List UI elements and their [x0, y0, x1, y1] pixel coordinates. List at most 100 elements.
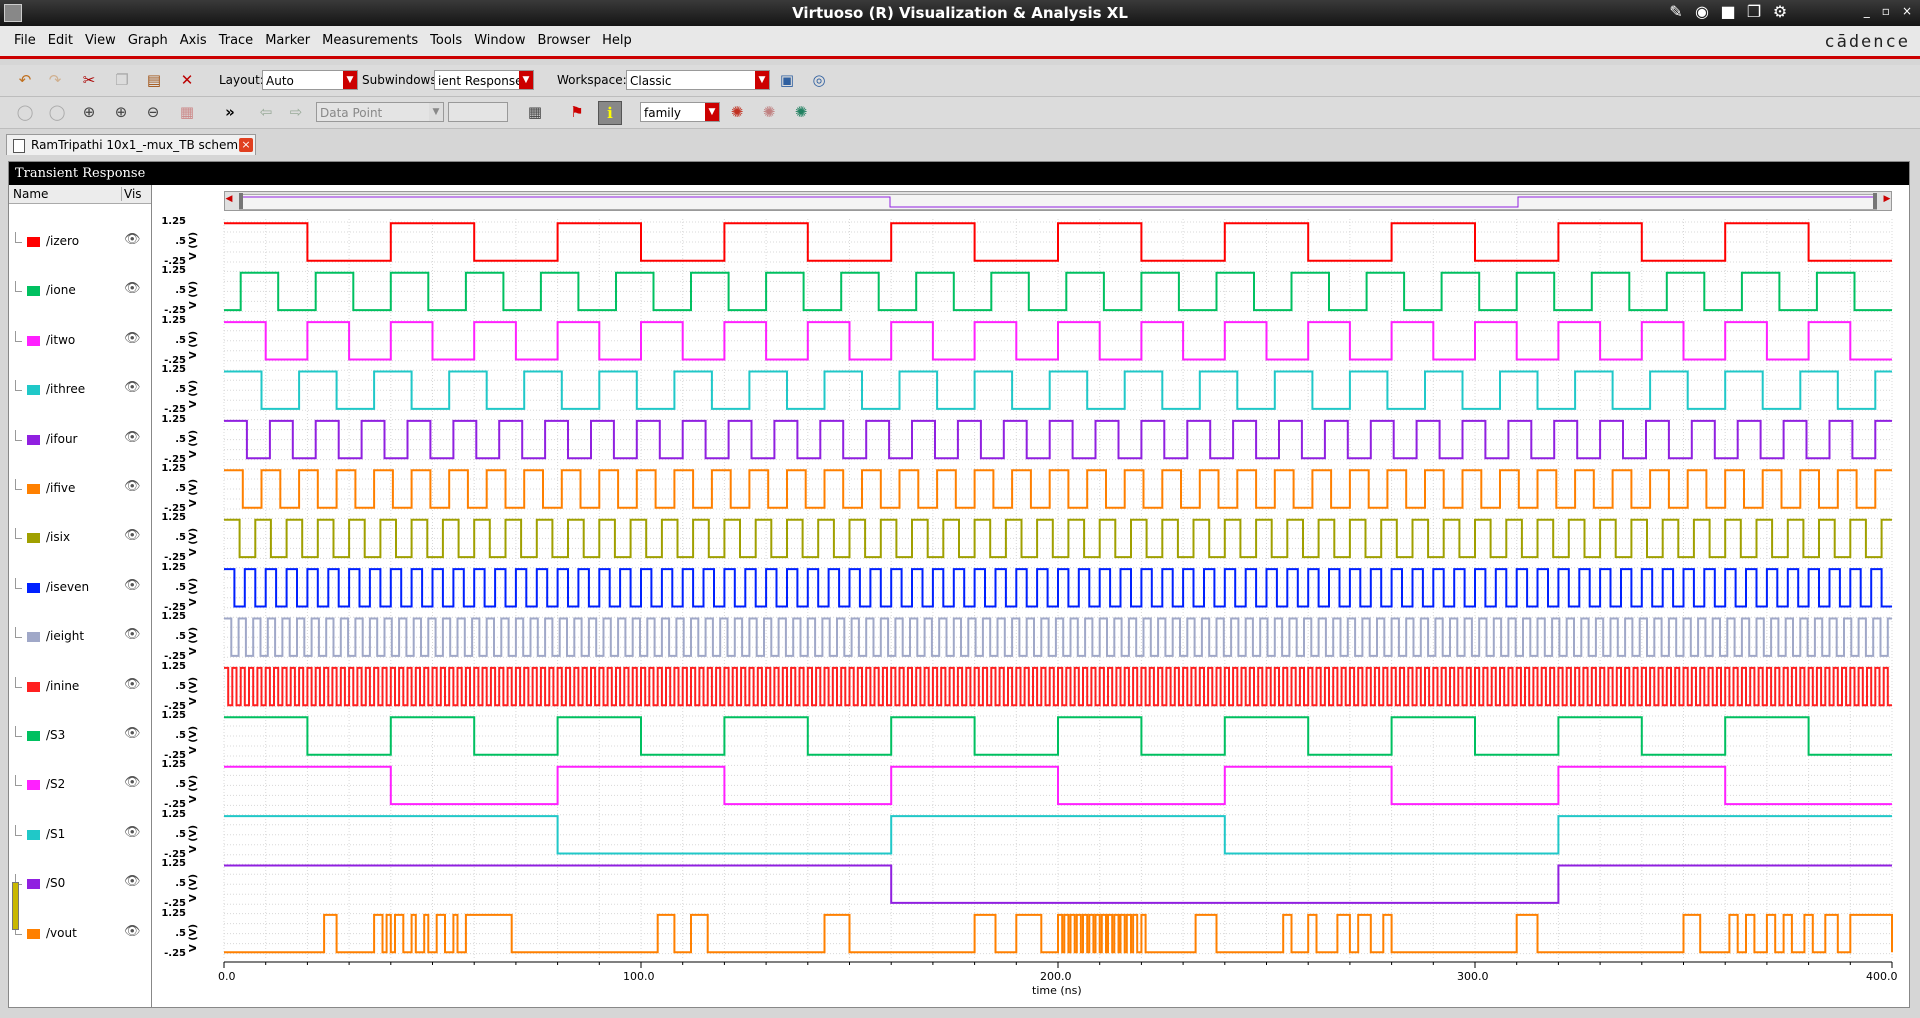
- legend-item-S2[interactable]: /S2 👁: [9, 775, 151, 795]
- eye-icon[interactable]: 👁: [124, 331, 141, 346]
- info-icon[interactable]: ℹ: [598, 101, 622, 125]
- eye-icon[interactable]: 👁: [124, 281, 141, 296]
- legend-item-inine[interactable]: /inine 👁: [9, 676, 151, 697]
- menu-file[interactable]: File: [8, 33, 42, 48]
- datapoint-select[interactable]: Data Point ▼: [316, 102, 444, 122]
- redo-icon[interactable]: ↷: [44, 69, 66, 91]
- tool-b-icon[interactable]: ✺: [758, 101, 780, 123]
- family-select[interactable]: family ▼: [640, 102, 720, 122]
- delete-icon[interactable]: ✕: [176, 69, 198, 91]
- eye-icon[interactable]: 👁: [124, 479, 141, 494]
- y-tick-label: .5: [175, 680, 186, 692]
- y-axis-unit: V (V): [188, 330, 199, 359]
- menu-graph[interactable]: Graph: [122, 33, 174, 48]
- zoom-out-icon[interactable]: ⊖: [142, 101, 164, 123]
- cut-icon[interactable]: ✂: [78, 69, 100, 91]
- flag-icon[interactable]: ⚑: [566, 101, 588, 123]
- pin-icon[interactable]: ✎: [1666, 2, 1686, 22]
- trace-name: /ifive: [46, 481, 76, 495]
- subwindows-select[interactable]: ient Response ▼: [434, 70, 534, 90]
- datapoint-value-field[interactable]: [448, 102, 508, 122]
- menu-marker[interactable]: Marker: [259, 33, 316, 48]
- legend-item-S3[interactable]: /S3 👁: [9, 726, 151, 746]
- legend-item-izero[interactable]: /izero 👁: [9, 232, 151, 252]
- eye-icon[interactable]: 👁: [124, 677, 141, 692]
- menu-trace[interactable]: Trace: [213, 33, 260, 48]
- eye-icon[interactable]: 👁: [124, 627, 141, 642]
- eye-icon[interactable]: 👁: [124, 825, 141, 840]
- legend-item-isix[interactable]: /isix 👁: [9, 528, 151, 548]
- legend-item-ione[interactable]: /ione 👁: [9, 281, 151, 301]
- legend-item-ifour[interactable]: /ifour 👁: [9, 429, 151, 450]
- legend-item-itwo[interactable]: /itwo 👁: [9, 330, 151, 351]
- menu-window[interactable]: Window: [468, 33, 531, 48]
- minimize-button[interactable]: _: [1864, 4, 1870, 18]
- eye-icon[interactable]: 👁: [124, 430, 141, 445]
- eye-icon[interactable]: 👁: [124, 528, 141, 543]
- undo-icon[interactable]: ↶: [14, 69, 36, 91]
- vis-column-header[interactable]: Vis: [121, 187, 142, 201]
- eye-icon[interactable]: 👁: [124, 924, 141, 939]
- legend-item-vout[interactable]: /vout 👁: [9, 923, 151, 944]
- maximize-button[interactable]: ▫: [1882, 4, 1890, 18]
- chevron-down-icon: ▼: [343, 71, 357, 89]
- video-icon[interactable]: ■: [1718, 2, 1738, 22]
- name-column-header[interactable]: Name: [13, 187, 48, 201]
- stop-icon[interactable]: ◯: [14, 101, 36, 123]
- legend-item-S1[interactable]: /S1 👁: [9, 824, 151, 845]
- menu-measurements[interactable]: Measurements: [316, 33, 424, 48]
- y-axis-unit: V (V): [188, 429, 199, 458]
- legend-item-ifive[interactable]: /ifive 👁: [9, 479, 151, 499]
- zoom-in-icon[interactable]: ⊕: [110, 101, 132, 123]
- refresh-icon[interactable]: ◯: [46, 101, 68, 123]
- workspace-save-icon[interactable]: ▣: [776, 69, 798, 91]
- tab-schematic[interactable]: RamTripathi 10x1_-mux_TB schem... ×: [6, 134, 256, 155]
- menu-axis[interactable]: Axis: [174, 33, 213, 48]
- copy-window-icon[interactable]: ❐: [1744, 2, 1764, 22]
- y-tick-label: .5: [175, 581, 186, 593]
- legend-item-ithree[interactable]: /ithree 👁: [9, 380, 151, 400]
- y-tick-label: .5: [175, 779, 186, 791]
- tool-a-icon[interactable]: ✺: [726, 101, 748, 123]
- close-tab-icon[interactable]: ×: [239, 138, 253, 152]
- trace-name: /isix: [46, 530, 71, 545]
- trace-name: /ifour: [46, 431, 78, 446]
- workspace-select[interactable]: Classic ▼: [626, 70, 770, 90]
- paste-icon[interactable]: ▤: [143, 69, 165, 91]
- trace-name: /izero: [46, 234, 80, 248]
- eye-icon[interactable]: 👁: [124, 232, 141, 247]
- eye-icon[interactable]: 👁: [124, 380, 141, 395]
- copy-icon[interactable]: ❐: [111, 69, 133, 91]
- legend-scroll-handle[interactable]: [12, 882, 19, 930]
- trace-name: /S0: [46, 876, 66, 891]
- zoom-fit-icon[interactable]: ⊕: [78, 101, 100, 123]
- layout-select[interactable]: Auto ▼: [262, 70, 358, 90]
- eye-icon[interactable]: 👁: [124, 578, 141, 593]
- menu-tools[interactable]: Tools: [424, 33, 468, 48]
- legend-item-S0[interactable]: /S0 👁: [9, 874, 151, 894]
- legend-item-iseven[interactable]: /iseven 👁: [9, 577, 151, 598]
- menu-edit[interactable]: Edit: [42, 33, 79, 48]
- waveform-plot[interactable]: [152, 185, 1909, 1007]
- trace-color-swatch: [27, 484, 40, 494]
- menu-help[interactable]: Help: [596, 33, 638, 48]
- trace-inine: [224, 666, 1892, 707]
- menu-view[interactable]: View: [79, 33, 122, 48]
- y-tick-label: .5: [175, 384, 186, 396]
- close-button[interactable]: ×: [1902, 4, 1912, 18]
- eye-icon[interactable]: 👁: [124, 726, 141, 741]
- tool-c-icon[interactable]: ✺: [790, 101, 812, 123]
- gear-icon[interactable]: ⚙: [1770, 2, 1790, 22]
- overflow-chevron[interactable]: »: [219, 101, 241, 123]
- previous-point-icon[interactable]: ⇦: [255, 101, 277, 123]
- calculator-icon[interactable]: ▦: [524, 101, 546, 123]
- y-tick-label: 1.25: [161, 314, 186, 326]
- eye-icon[interactable]: 👁: [124, 874, 141, 889]
- eye-icon[interactable]: 👁: [124, 775, 141, 790]
- legend-item-ieight[interactable]: /ieight 👁: [9, 627, 151, 647]
- camera-icon[interactable]: ◉: [1692, 2, 1712, 22]
- next-point-icon[interactable]: ⇨: [285, 101, 307, 123]
- workspace-delete-icon[interactable]: ◎: [808, 69, 830, 91]
- menu-browser[interactable]: Browser: [531, 33, 596, 48]
- zoom-box-icon[interactable]: ▦: [176, 101, 198, 123]
